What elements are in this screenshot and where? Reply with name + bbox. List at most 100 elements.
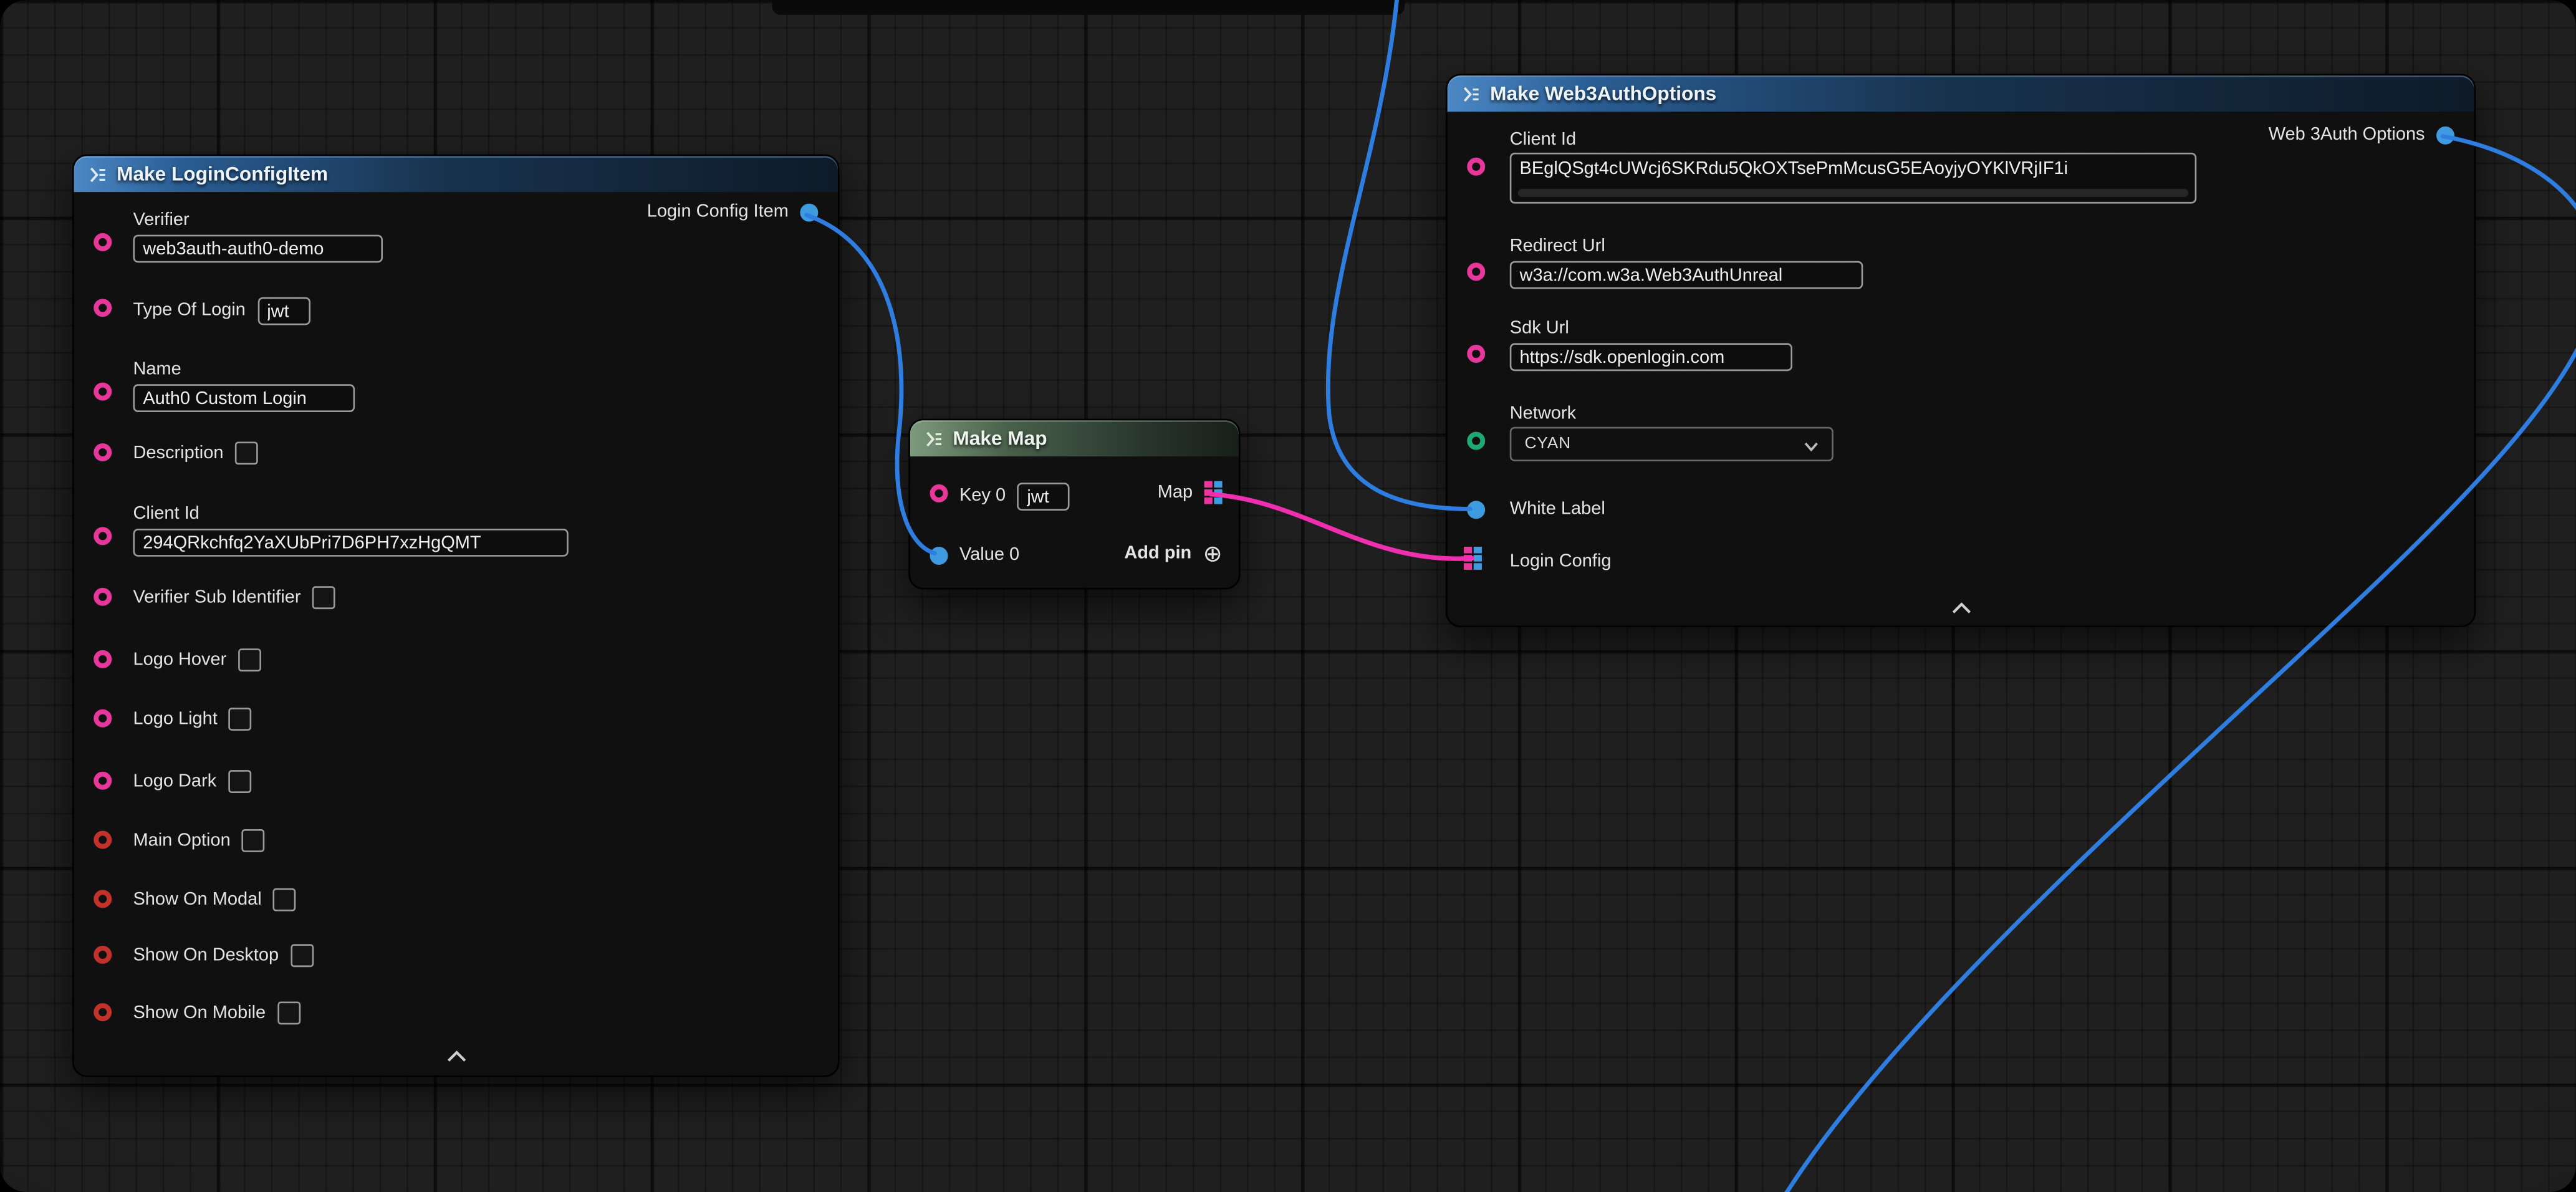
pin-show-on-desktop[interactable]	[94, 946, 112, 964]
name-input[interactable]	[133, 384, 355, 412]
pin-logo-dark[interactable]	[94, 772, 112, 790]
client-id-input[interactable]: BEglQSgt4cUWcj6SKRdu5QkOXTsePmMcusG5EAoy…	[1510, 153, 2197, 204]
pin-row-description: Description	[133, 441, 257, 464]
type-of-login-input[interactable]	[257, 297, 309, 325]
node-title: Make LoginConfigItem	[117, 163, 328, 185]
pin-white-label[interactable]	[1467, 501, 1485, 519]
output-row-login-config-item: Login Config Item	[647, 202, 819, 223]
pin-label: Main Option	[133, 830, 230, 851]
description-input[interactable]	[235, 441, 258, 464]
chevron-down-icon	[1804, 430, 1819, 459]
pin-login-config-item-out[interactable]	[800, 204, 818, 222]
pin-row-redirect-url: Redirect Url	[1510, 236, 1863, 289]
pin-label: Login Config	[1510, 552, 1612, 573]
pin-label: Client Id	[133, 504, 568, 526]
key-0-input[interactable]	[1017, 483, 1070, 511]
sdk-url-input[interactable]	[1510, 343, 1792, 371]
pin-main-option[interactable]	[94, 831, 112, 849]
pin-web3auth-options-out[interactable]	[2436, 127, 2454, 145]
add-pin-button[interactable]: Add pin ⊕	[1124, 542, 1222, 565]
pin-label: Logo Light	[133, 708, 217, 729]
pin-label: Client Id	[1510, 130, 1576, 151]
pin-login-config[interactable]	[1464, 547, 1482, 570]
make-struct-icon	[89, 165, 107, 183]
pin-row-show-on-mobile: Show On Mobile	[133, 1001, 300, 1024]
node-make-web3authoptions[interactable]: Make Web3AuthOptions Web 3Auth Options C…	[1446, 74, 2476, 628]
client-id-input[interactable]	[133, 529, 568, 557]
pin-row-type-of-login: Type Of Login	[133, 297, 309, 325]
pin-row-show-on-desktop: Show On Desktop	[133, 944, 313, 967]
node-header[interactable]: Make LoginConfigItem	[74, 156, 838, 192]
make-map-icon	[925, 430, 943, 448]
pin-label: White Label	[1510, 499, 1605, 521]
collapse-chevron-icon[interactable]	[446, 1051, 466, 1062]
output-row-map: Map	[1158, 481, 1223, 504]
offscreen-node-partial[interactable]	[772, 0, 1405, 15]
pin-label: Logo Hover	[133, 650, 226, 671]
logo-dark-input[interactable]	[228, 770, 251, 793]
pin-map-out[interactable]	[1204, 481, 1223, 504]
logo-light-input[interactable]	[229, 708, 252, 731]
pin-logo-light[interactable]	[94, 709, 112, 728]
pin-label: Type Of Login	[133, 300, 246, 322]
logo-hover-input[interactable]	[238, 648, 261, 671]
pin-verifier[interactable]	[94, 233, 112, 251]
pin-name[interactable]	[94, 383, 112, 401]
pin-label: Redirect Url	[1510, 236, 1863, 257]
add-pin-plus-icon: ⊕	[1203, 542, 1223, 565]
pin-label: Sdk Url	[1510, 319, 1792, 340]
show-on-mobile-checkbox[interactable]	[277, 1001, 300, 1024]
pin-label: Logo Dark	[133, 771, 216, 792]
pin-row-client-id: Client Id	[133, 504, 568, 557]
node-title: Make Web3AuthOptions	[1490, 83, 1716, 104]
main-option-checkbox[interactable]	[242, 829, 265, 852]
pin-description[interactable]	[94, 443, 112, 461]
verifier-sub-identifier-input[interactable]	[312, 586, 335, 609]
pin-row-network: Network	[1510, 404, 1576, 429]
pin-verifier-sub-identifier[interactable]	[94, 588, 112, 606]
output-pin-label: Web 3Auth Options	[2269, 125, 2425, 146]
blueprint-graph-canvas[interactable]: Make LoginConfigItem Login Config Item V…	[0, 0, 2576, 1192]
pin-client-id[interactable]	[94, 527, 112, 545]
pin-label: Key 0	[959, 486, 1006, 507]
pin-logo-hover[interactable]	[94, 650, 112, 668]
pin-label: Value 0	[959, 545, 1019, 566]
pin-network[interactable]	[1467, 432, 1485, 450]
redirect-url-input[interactable]	[1510, 261, 1863, 289]
client-id-value: BEglQSgt4cUWcj6SKRdu5QkOXTsePmMcusG5EAoy…	[1520, 159, 2069, 179]
output-pin-label: Login Config Item	[647, 202, 789, 223]
pin-row-show-on-modal: Show On Modal	[133, 888, 296, 911]
pin-label: Show On Modal	[133, 889, 261, 910]
pin-show-on-modal[interactable]	[94, 890, 112, 908]
pin-row-main-option: Main Option	[133, 829, 265, 852]
pin-sdk-url[interactable]	[1467, 345, 1485, 363]
pin-label: Name	[133, 360, 355, 381]
verifier-input[interactable]	[133, 235, 383, 263]
node-header[interactable]: Make Web3AuthOptions	[1448, 75, 2474, 112]
pin-client-id[interactable]	[1467, 158, 1485, 176]
network-selected-value: CYAN	[1524, 433, 1570, 454]
pin-redirect-url[interactable]	[1467, 262, 1485, 281]
pin-row-verifier: Verifier	[133, 210, 383, 262]
pin-row-sdk-url: Sdk Url	[1510, 319, 1792, 371]
pin-label: Show On Mobile	[133, 1002, 266, 1024]
pin-label: Show On Desktop	[133, 945, 279, 966]
show-on-desktop-checkbox[interactable]	[291, 944, 314, 967]
pin-label: Verifier Sub Identifier	[133, 587, 300, 608]
pin-key-0[interactable]	[930, 484, 948, 502]
pin-row-logo-hover: Logo Hover	[133, 648, 261, 671]
node-make-loginconfigitem[interactable]: Make LoginConfigItem Login Config Item V…	[72, 155, 840, 1077]
pin-value-0[interactable]	[930, 547, 948, 565]
pin-show-on-mobile[interactable]	[94, 1003, 112, 1021]
network-dropdown[interactable]: CYAN	[1510, 427, 1833, 461]
pin-label: Description	[133, 443, 223, 464]
pin-row-key-0: Key 0	[959, 483, 1070, 511]
make-struct-icon	[1462, 85, 1480, 103]
pin-row-white-label: White Label	[1510, 499, 1605, 521]
client-id-scrollbar[interactable]	[1518, 189, 2188, 197]
node-make-map[interactable]: Make Map Key 0 Map Value 0 Add pin ⊕	[908, 419, 1240, 590]
pin-type-of-login[interactable]	[94, 299, 112, 317]
show-on-modal-checkbox[interactable]	[273, 888, 296, 911]
collapse-chevron-icon[interactable]	[1951, 603, 1971, 614]
node-header[interactable]: Make Map	[910, 420, 1239, 456]
